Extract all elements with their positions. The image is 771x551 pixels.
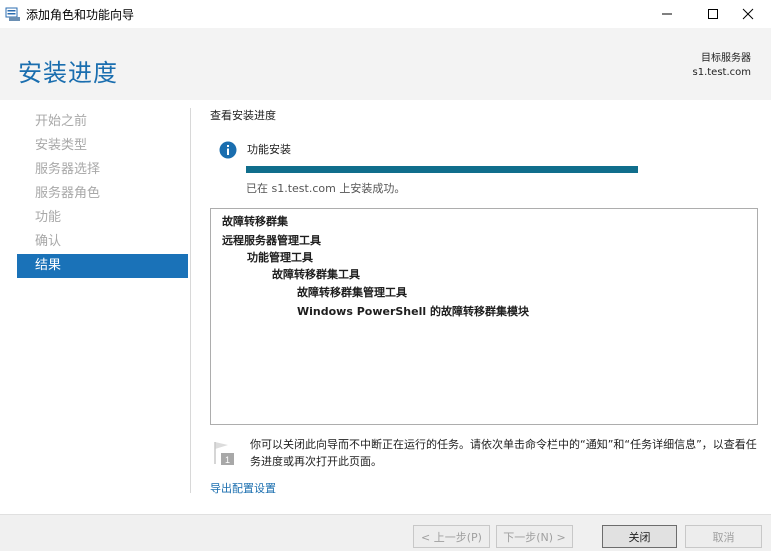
server-manager-icon [5,6,21,22]
nav-item-results[interactable]: 结果 [17,254,188,278]
wizard-nav: 开始之前 安装类型 服务器选择 服务器角色 功能 确认 结果 [17,110,188,278]
window-title: 添加角色和功能向导 [26,8,135,22]
next-button[interactable]: 下一步(N) > [496,525,573,548]
nav-item-features: 功能 [35,210,62,225]
wizard-footer: < 上一步(P) 下一步(N) > 关闭 取消 [0,514,771,551]
previous-button[interactable]: < 上一步(P) [413,525,490,548]
result-item: 远程服务器管理工具 [222,234,321,247]
installation-results-list[interactable]: 故障转移群集 远程服务器管理工具 功能管理工具 故障转移群集工具 故障转移群集管… [210,208,758,425]
installation-progress-bar [246,166,638,173]
result-item: Windows PowerShell 的故障转移群集模块 [297,305,529,318]
target-server: 目标服务器 s1.test.com [693,52,752,80]
result-item: 故障转移群集 [222,215,288,228]
installation-status: 已在 s1.test.com 上安装成功。 [246,182,406,195]
page-title: 安装进度 [18,59,118,87]
section-title: 查看安装进度 [210,109,276,122]
export-configuration-link[interactable]: 导出配置设置 [210,480,276,496]
wizard-header: 安装进度 目标服务器 s1.test.com [0,28,771,100]
maximize-icon [708,9,718,19]
title-bar: 添加角色和功能向导 [0,0,771,28]
nav-item-installation-type: 安装类型 [35,138,88,153]
target-server-label: 目标服务器 [701,53,751,64]
nav-item-server-selection: 服务器选择 [35,162,101,177]
flag-note-icon: 1 [212,439,236,465]
svg-text:1: 1 [225,455,230,465]
cancel-button[interactable]: 取消 [685,525,762,548]
result-item: 故障转移群集工具 [272,268,360,281]
close-window-button[interactable] [725,0,771,28]
info-icon [219,141,237,159]
progress-fill [246,166,638,173]
minimize-icon [662,13,672,15]
close-button[interactable]: 关闭 [602,525,677,548]
close-icon [742,8,754,20]
background-task-note: 你可以关闭此向导而不中断正在运行的任务。请依次单击命令栏中的“通知”和“任务详细… [250,438,757,468]
nav-item-confirmation: 确认 [35,234,62,249]
result-item: 故障转移群集管理工具 [297,286,407,299]
nav-item-before-you-begin: 开始之前 [35,114,88,129]
feature-installation-title: 功能安装 [247,143,291,156]
minimize-button[interactable] [644,0,690,28]
nav-item-server-roles: 服务器角色 [35,186,101,201]
result-item: 功能管理工具 [247,251,313,264]
target-server-name: s1.test.com [692,67,752,78]
nav-divider [190,108,191,493]
